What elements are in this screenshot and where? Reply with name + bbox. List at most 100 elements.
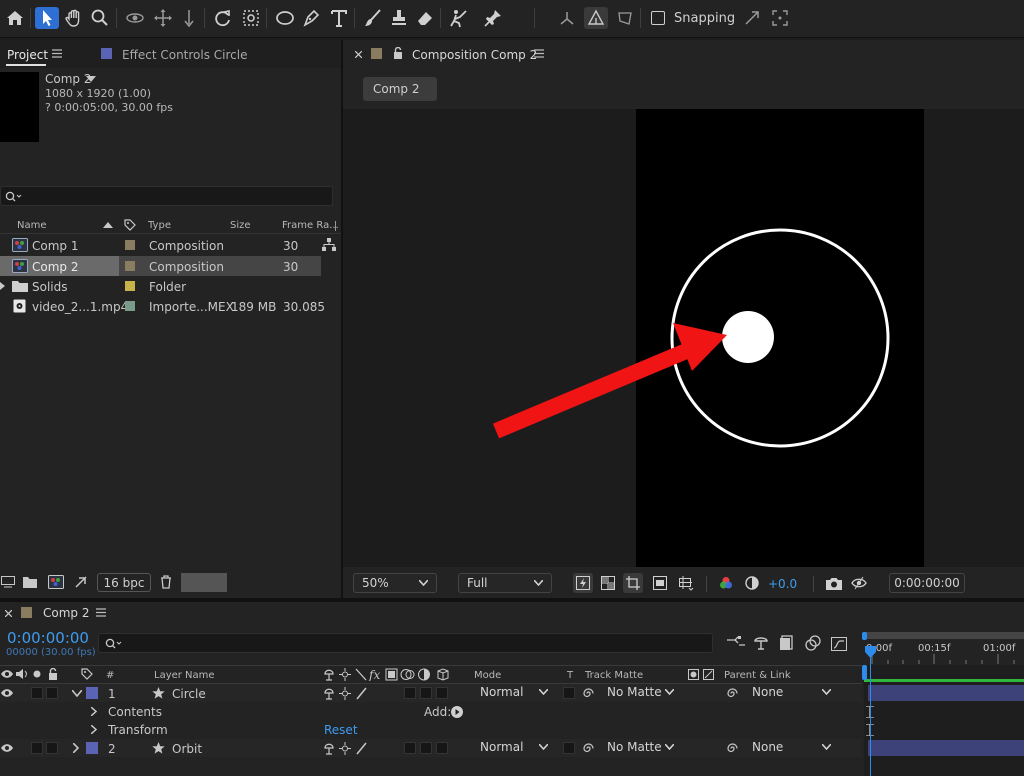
brush-tool-icon[interactable]	[362, 7, 384, 29]
expand-arrow-icon[interactable]	[0, 282, 5, 290]
blend-mode-dropdown[interactable]: Normal	[472, 684, 556, 702]
video-eye-icon[interactable]	[1, 688, 13, 698]
switch-toggle[interactable]	[436, 742, 448, 754]
matte-switches-icon[interactable]	[688, 669, 714, 680]
composition-viewer[interactable]	[343, 109, 1024, 567]
axis-world-button[interactable]	[584, 7, 608, 29]
layer-switches[interactable]	[324, 687, 368, 700]
dolly-camera-icon[interactable]	[178, 7, 200, 29]
axis-local-icon[interactable]	[556, 7, 578, 29]
column-mode[interactable]: Mode	[474, 670, 501, 681]
project-item[interactable]: Solids Folder	[0, 276, 341, 296]
preserve-transparency-toggle[interactable]	[563, 742, 575, 754]
close-icon[interactable]	[5, 610, 12, 617]
blend-mode-dropdown[interactable]: Normal	[472, 739, 556, 757]
circle-layer-shape[interactable]	[722, 311, 774, 363]
frame-blending-icon[interactable]	[805, 635, 821, 651]
column-size[interactable]: Size	[230, 220, 251, 231]
snapshot-camera-icon[interactable]	[826, 577, 842, 590]
timeline-search-input[interactable]	[98, 633, 713, 653]
region-of-interest-button[interactable]	[623, 573, 643, 593]
snap-points-icon[interactable]	[769, 7, 791, 29]
fast-previews-button[interactable]	[573, 573, 593, 593]
label-tag-icon[interactable]	[81, 668, 93, 680]
lock-toggle[interactable]	[46, 742, 58, 754]
home-icon[interactable]	[4, 7, 26, 29]
layer-duration-bar[interactable]	[868, 740, 1024, 756]
snapping-checkbox[interactable]	[651, 11, 665, 25]
selection-tool-button[interactable]	[35, 7, 59, 29]
playhead-marker-icon[interactable]	[865, 646, 876, 658]
parent-pick-whip-icon[interactable]	[726, 687, 739, 700]
color-swatch-button[interactable]	[181, 573, 227, 592]
chevron-right-icon[interactable]	[91, 725, 97, 734]
eraser-tool-icon[interactable]	[414, 7, 436, 29]
video-eye-icon[interactable]	[1, 743, 13, 753]
project-item-selected[interactable]: Comp 2 Composition 30	[0, 256, 321, 276]
track-matte-dropdown[interactable]: No Matte	[600, 739, 682, 757]
resolution-dropdown[interactable]: Full	[458, 573, 552, 593]
column-track-matte[interactable]: Track Matte	[585, 670, 643, 681]
trash-icon[interactable]	[160, 575, 172, 589]
column-preserve-transparency[interactable]: T	[567, 670, 573, 681]
orbit-camera-icon[interactable]	[124, 7, 146, 29]
snap-edges-icon[interactable]	[741, 7, 763, 29]
magnification-dropdown[interactable]: 50%	[353, 573, 437, 593]
label-color-swatch[interactable]	[125, 261, 135, 271]
composition-mini-flowchart-icon[interactable]	[727, 636, 745, 650]
pick-whip-icon[interactable]	[582, 742, 595, 755]
chevron-down-icon[interactable]	[86, 76, 96, 82]
work-area-start-handle[interactable]	[862, 632, 867, 640]
column-name[interactable]: Name	[17, 220, 47, 231]
ellipse-tool-icon[interactable]	[274, 7, 296, 29]
label-tag-icon[interactable]	[124, 219, 136, 231]
breadcrumb-comp[interactable]: Comp 2	[363, 77, 437, 101]
layer-label-color[interactable]	[86, 742, 98, 754]
menu-icon[interactable]	[534, 49, 544, 58]
draft-3d-icon[interactable]	[753, 635, 769, 651]
roto-brush-tool-icon[interactable]	[448, 7, 470, 29]
anchor-point-tool-icon[interactable]	[240, 7, 262, 29]
menu-icon[interactable]	[52, 49, 62, 58]
work-area-bar[interactable]	[864, 632, 1024, 639]
hide-shy-layers-icon[interactable]	[779, 635, 795, 651]
add-property-button-icon[interactable]	[451, 706, 463, 718]
switch-toggle[interactable]	[404, 742, 416, 754]
project-search-input[interactable]	[0, 186, 333, 206]
layer-label-color[interactable]	[86, 687, 98, 699]
axis-view-icon[interactable]	[614, 7, 636, 29]
layer-switches[interactable]	[324, 742, 368, 755]
timeline-current-time[interactable]: 0:00:00:00	[7, 629, 89, 647]
label-color-swatch[interactable]	[125, 240, 135, 250]
selected-item-name[interactable]: Comp 2	[45, 72, 91, 86]
column-frame-rate[interactable]: Frame Ra...	[282, 220, 339, 231]
column-layer-name[interactable]: Layer Name	[154, 670, 215, 681]
grid-guides-icon[interactable]	[678, 575, 694, 591]
chevron-down-icon[interactable]	[72, 690, 82, 697]
new-composition-icon[interactable]	[48, 575, 64, 589]
preserve-transparency-toggle[interactable]	[563, 687, 575, 699]
composition-tab[interactable]: Composition Comp 2	[412, 48, 537, 62]
sort-ascending-icon[interactable]	[103, 222, 113, 228]
bit-depth-button[interactable]: 16 bpc	[97, 573, 151, 592]
solo-icon[interactable]	[33, 670, 41, 678]
switch-toggle[interactable]	[404, 687, 416, 699]
hand-tool-icon[interactable]	[63, 7, 85, 29]
timeline-tab[interactable]: Comp 2	[43, 606, 89, 620]
panel-divider[interactable]	[341, 40, 343, 598]
reset-exposure-icon[interactable]	[745, 576, 759, 590]
clone-stamp-tool-icon[interactable]	[388, 7, 410, 29]
label-color-swatch[interactable]	[125, 281, 135, 291]
project-item[interactable]: video_2...1.mp4 Importe...MEX 189 MB 30.…	[0, 296, 341, 316]
show-snapshot-icon[interactable]	[851, 576, 867, 590]
zoom-tool-icon[interactable]	[89, 7, 111, 29]
column-type[interactable]: Type	[148, 220, 171, 231]
chevron-right-icon[interactable]	[91, 707, 97, 716]
media-encoder-icon[interactable]	[74, 575, 88, 589]
lock-icon[interactable]	[48, 668, 58, 680]
project-item[interactable]: Comp 1 Composition 30	[0, 235, 341, 255]
chevron-right-icon[interactable]	[73, 743, 79, 753]
column-parent-link[interactable]: Parent & Link	[724, 670, 791, 681]
puppet-pin-tool-icon[interactable]	[482, 7, 504, 29]
switch-toggle[interactable]	[420, 687, 432, 699]
